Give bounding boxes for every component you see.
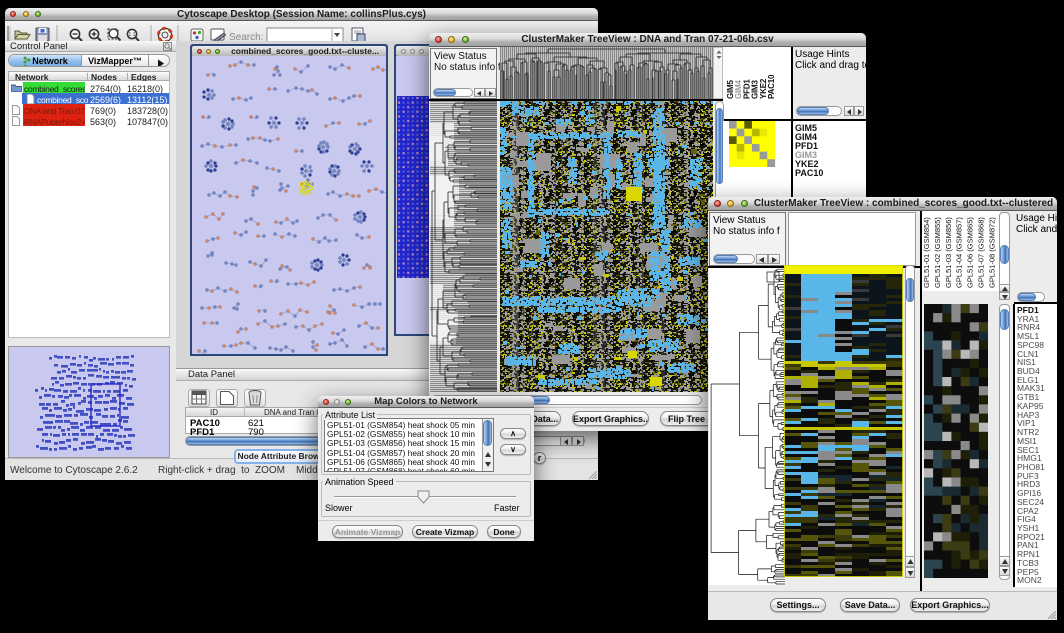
svg-text:GPL51-06 (GSM865): GPL51-06 (GSM865) — [966, 217, 975, 288]
svg-text:GPL51-07 (GSM868): GPL51-07 (GSM868) — [977, 217, 986, 288]
svg-text:GPL51-02 (GSM855): GPL51-02 (GSM855) — [933, 217, 942, 288]
svg-text:GPL51-03 (GSM856): GPL51-03 (GSM856) — [944, 217, 953, 288]
svg-text:GPL51-04 (GSM857): GPL51-04 (GSM857) — [955, 217, 964, 288]
svg-text:GPL51-08 (GSM872): GPL51-08 (GSM872) — [987, 217, 996, 288]
svg-text:1:1: 1:1 — [129, 32, 136, 38]
svg-text:GPL51-01 (GSM854): GPL51-01 (GSM854) — [922, 217, 931, 288]
svg-text:PAC10: PAC10 — [767, 74, 776, 99]
